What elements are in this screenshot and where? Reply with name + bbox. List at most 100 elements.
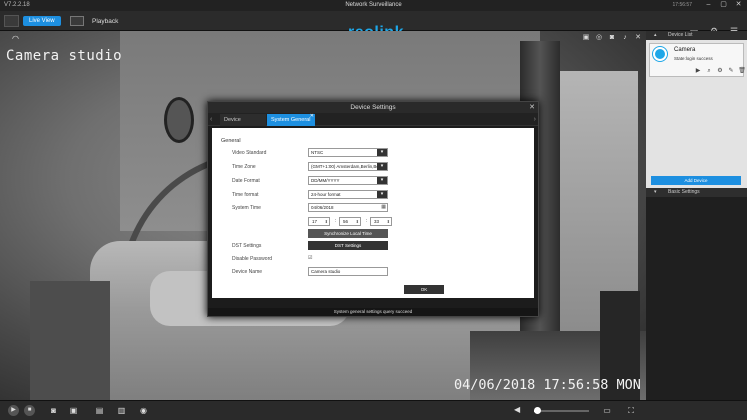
camera-name-osd: Camera studio <box>6 48 123 64</box>
play-icon[interactable]: ▶ <box>694 67 702 75</box>
disable-password-label: Disable Password <box>232 256 273 262</box>
clock-label: 17:56:57 <box>672 2 692 8</box>
settings-icon[interactable]: ⚙ <box>716 67 724 75</box>
playback-label: Playback <box>92 17 119 25</box>
live-view-button[interactable]: Live View <box>4 14 64 28</box>
app-window: V7.2.2.18 Network Surveillance 17:56:57 … <box>0 0 747 420</box>
volume-knob[interactable] <box>533 407 541 414</box>
dialog-body: General Video Standard NTSC ▾ Time Zone … <box>212 128 534 298</box>
dialog-title: Device Settings <box>350 104 396 111</box>
tab-close-icon[interactable]: ✕ <box>310 110 314 122</box>
time-zone-select[interactable]: (GMT+1:00) Amsterdam,Berlin,Bern ▾ <box>308 162 388 171</box>
disable-password-checkbox[interactable]: ☑ <box>308 255 312 261</box>
video-close-icon[interactable]: ✕ <box>634 34 642 41</box>
tab-system-general[interactable]: System General ✕ <box>267 113 315 126</box>
chevron-down-icon: ▾ <box>377 191 387 198</box>
panel-empty-area <box>646 197 747 400</box>
device-status: State:login success <box>674 56 713 61</box>
chevron-down-icon: ▾ <box>654 189 657 195</box>
tab-device-settings[interactable]: Device Settings <box>220 114 266 135</box>
stop-icon[interactable]: ■ <box>24 405 35 416</box>
dst-settings-button[interactable]: DST Settings <box>308 241 388 250</box>
time-zone-label: Time Zone <box>232 164 256 170</box>
device-name-label: Device Name <box>232 269 263 275</box>
volume-slider[interactable] <box>533 407 589 414</box>
minimize-icon[interactable]: – <box>704 1 713 9</box>
date-format-value: DD/MM/YYYY <box>311 178 340 183</box>
date-format-label: Date Format <box>232 178 260 184</box>
single-view-icon[interactable]: ▭ <box>600 405 614 416</box>
app-title: Network Surveillance <box>345 2 402 8</box>
date-format-select[interactable]: DD/MM/YYYY ▾ <box>308 176 388 185</box>
calendar-icon[interactable]: ▦ <box>381 204 386 211</box>
ok-button[interactable]: OK <box>404 285 444 294</box>
system-time-label: System Time <box>232 205 261 211</box>
search-icon[interactable]: ⌕ <box>705 67 713 75</box>
playback-icon <box>70 16 84 26</box>
time-zone-value: (GMT+1:00) Amsterdam,Berlin,Bern <box>311 164 383 169</box>
title-bar: V7.2.2.18 Network Surveillance 17:56:57 … <box>0 0 747 11</box>
hour-input[interactable]: 17 ⬍ <box>308 217 330 226</box>
time-format-label: Time format <box>232 192 259 198</box>
playback-button[interactable]: Playback <box>70 14 118 28</box>
device-card[interactable]: Camera State:login success ▶ ⌕ ⚙ ✎ 🗑 <box>649 43 746 77</box>
device-name-input[interactable]: Camera studio <box>308 267 388 276</box>
live-view-label: Live View <box>23 16 61 26</box>
second-value: 33 <box>374 219 380 224</box>
dialog-close-icon[interactable]: ✕ <box>529 102 535 113</box>
device-panel: ▴ Device List Camera State:login success… <box>646 31 747 400</box>
dst-settings-label: DST Settings <box>232 243 262 249</box>
spinner-icon[interactable]: ⬍ <box>325 218 328 225</box>
record-icon[interactable]: ▣ <box>582 34 590 41</box>
edit-icon[interactable]: ✎ <box>727 67 735 75</box>
device-tools: ▶ ⌕ ⚙ ✎ 🗑 <box>694 67 746 75</box>
dialog-title-bar: Device Settings ✕ <box>208 102 538 113</box>
camera-icon[interactable]: ◙ <box>608 34 616 41</box>
dialog-tabs: ‹ Device Settings System General ✕ › <box>208 113 538 135</box>
layout-split-icon[interactable]: ▥ <box>116 405 127 416</box>
section-title: General <box>221 138 241 144</box>
system-date-value: 04/06/2018 <box>311 205 334 210</box>
audio-icon[interactable]: ♪ <box>621 34 629 41</box>
volume-icon[interactable]: ◀ <box>514 405 520 414</box>
scene-nightstand <box>30 281 110 400</box>
basic-settings-header[interactable]: ▾ Basic Settings <box>646 188 747 197</box>
tab-left-arrow-icon[interactable]: ‹ <box>210 113 212 126</box>
chevron-down-icon: ▾ <box>377 149 387 156</box>
chevron-up-icon: ▴ <box>654 32 657 38</box>
video-tools: ▣ ◎ ◙ ♪ ✕ <box>582 34 642 41</box>
spinner-icon[interactable]: ⬍ <box>356 218 359 225</box>
time-format-value: 24-hour format <box>311 192 341 197</box>
chevron-down-icon: ▾ <box>377 177 387 184</box>
device-list-header[interactable]: ▴ Device List <box>646 31 747 40</box>
play-icon[interactable]: ▶ <box>8 405 19 416</box>
device-list-title: Device List <box>668 32 693 38</box>
datetime-osd: 04/06/2018 17:56:58 MON <box>454 377 641 393</box>
snapshot-icon[interactable]: ◙ <box>48 405 59 416</box>
eye-icon[interactable]: ◉ <box>138 405 149 416</box>
hour-value: 17 <box>312 219 318 224</box>
monitor-icon <box>4 15 19 27</box>
snapshot-icon[interactable]: ◎ <box>595 34 603 41</box>
minute-value: 56 <box>343 219 349 224</box>
minute-input[interactable]: 56 ⬍ <box>339 217 361 226</box>
wifi-icon: ◠ <box>12 34 19 43</box>
layout-icon[interactable]: ▤ <box>94 405 105 416</box>
close-icon[interactable]: ✕ <box>734 1 743 9</box>
chevron-down-icon: ▾ <box>377 163 387 170</box>
sync-local-time-button[interactable]: Synchronize Local Time <box>308 229 388 238</box>
video-standard-select[interactable]: NTSC ▾ <box>308 148 388 157</box>
system-date-input[interactable]: 04/06/2018 ▦ <box>308 203 388 212</box>
add-device-button[interactable]: Add Device <box>651 176 741 185</box>
fullscreen-icon[interactable]: ⛶ <box>624 405 638 416</box>
time-format-select[interactable]: 24-hour format ▾ <box>308 190 388 199</box>
spinner-icon[interactable]: ⬍ <box>387 218 390 225</box>
video-standard-label: Video Standard <box>232 150 267 156</box>
scene-mirror <box>164 97 194 143</box>
second-input[interactable]: 33 ⬍ <box>370 217 392 226</box>
tab-right-arrow-icon[interactable]: › <box>534 113 536 126</box>
maximize-icon[interactable]: ▢ <box>719 1 728 9</box>
basic-settings-title: Basic Settings <box>668 189 700 195</box>
record-icon[interactable]: ▣ <box>68 405 79 416</box>
delete-icon[interactable]: 🗑 <box>738 67 746 75</box>
